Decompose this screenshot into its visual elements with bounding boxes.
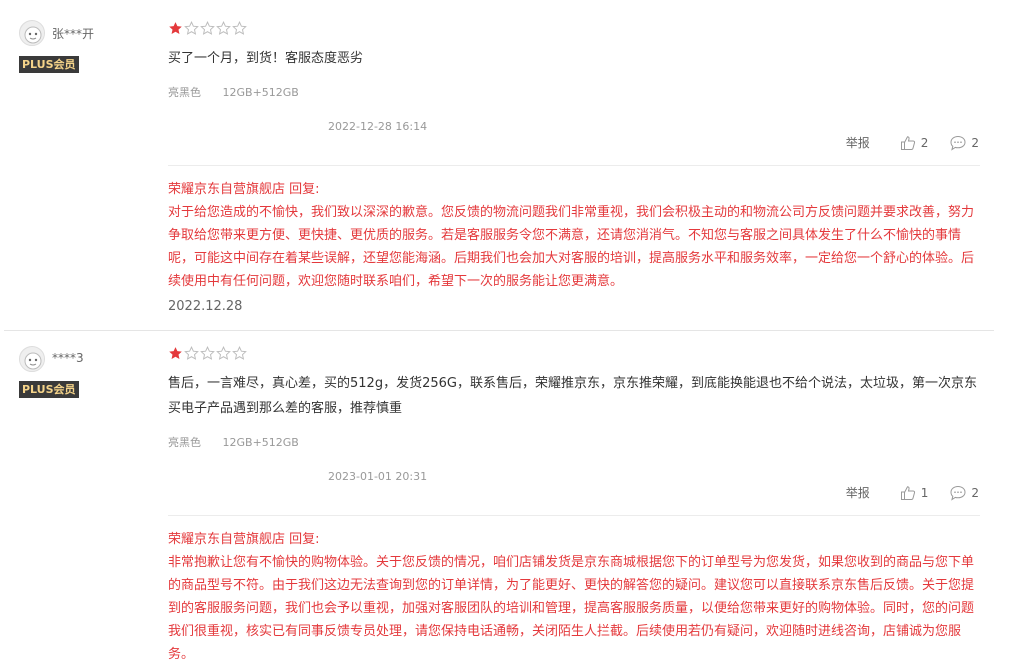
reply-text: 对于给您造成的不愉快，我们致以深深的歉意。您反馈的物流问题我们非常重视，我们会积…: [168, 205, 975, 289]
review-item: ****3 PLUS会员 售后，一言难尽，真心差，买的512g，发货256G，联…: [0, 330, 1015, 662]
product-color: 亮黑色: [168, 436, 201, 449]
user-avatar[interactable]: [19, 20, 45, 46]
product-spec: 12GB+512GB: [222, 436, 299, 449]
divider: [168, 165, 980, 166]
plus-member-badge: PLUS会员: [19, 56, 79, 73]
star-empty-icon: [184, 346, 199, 360]
comment-count: 2: [971, 485, 979, 500]
review-content: 售后，一言难尽，真心差，买的512g，发货256G，联系售后，荣耀推京东，京东推…: [168, 376, 977, 416]
review-datetime: 2023-01-01 20:31: [328, 470, 428, 483]
star-filled-icon: [169, 22, 182, 34]
avatar-face-icon: [20, 347, 44, 371]
star-empty-icon: [216, 346, 231, 360]
like-button[interactable]: 2: [900, 135, 929, 151]
review-datetime: 2022-12-28 16:14: [328, 120, 428, 133]
thumbs-up-icon: [900, 485, 915, 500]
divider: [168, 515, 980, 516]
product-color: 亮黑色: [168, 86, 201, 99]
review-actions: 举报 1 2: [846, 484, 979, 501]
like-count: 1: [920, 485, 929, 500]
report-link[interactable]: 举报: [846, 134, 870, 151]
product-spec: 12GB+512GB: [222, 86, 299, 99]
avatar-face-icon: [20, 21, 44, 45]
like-button[interactable]: 1: [900, 485, 929, 501]
review-content: 买了一个月，到货！客服态度恶劣: [168, 51, 364, 66]
plus-member-badge: PLUS会员: [19, 381, 79, 398]
star-empty-icon: [216, 21, 231, 35]
reply-title: 荣耀京东自营旗舰店 回复:: [168, 532, 320, 547]
reply-text: 非常抱歉让您有不愉快的购物体验。关于您反馈的情况，咱们店铺发货是京东商城根据您下…: [168, 555, 975, 662]
rating-stars: [168, 21, 247, 37]
user-avatar[interactable]: [19, 346, 45, 372]
star-empty-icon: [232, 346, 247, 360]
seller-reply: 荣耀京东自营旗舰店 回复: 非常抱歉让您有不愉快的购物体验。关于您反馈的情况，咱…: [168, 528, 980, 666]
reply-title: 荣耀京东自营旗舰店 回复:: [168, 182, 320, 197]
star-empty-icon: [200, 346, 215, 360]
like-count: 2: [920, 135, 929, 150]
username: 张***开: [52, 27, 95, 41]
review-actions: 举报 2 2: [846, 134, 979, 151]
reply-date: 2022.12.28: [168, 299, 243, 314]
rating-stars: [168, 346, 247, 362]
star-empty-icon: [232, 21, 247, 35]
comment-bubble-icon: [950, 485, 966, 501]
seller-reply: 荣耀京东自营旗舰店 回复: 对于给您造成的不愉快，我们致以深深的歉意。您反馈的物…: [168, 178, 980, 293]
star-filled-icon: [169, 347, 182, 359]
thumbs-up-icon: [900, 135, 915, 150]
star-empty-icon: [200, 21, 215, 35]
comment-button[interactable]: 2: [950, 135, 979, 151]
comment-bubble-icon: [950, 135, 966, 151]
product-info: 亮黑色 12GB+512GB: [168, 84, 317, 100]
comment-count: 2: [971, 135, 979, 150]
product-info: 亮黑色 12GB+512GB: [168, 434, 317, 450]
review-item: 张***开 PLUS会员 买了一个月，到货！客服态度恶劣 亮黑色 12GB+51…: [0, 0, 1015, 330]
username: ****3: [52, 351, 84, 365]
star-empty-icon: [184, 21, 199, 35]
report-link[interactable]: 举报: [846, 484, 870, 501]
comment-button[interactable]: 2: [950, 485, 979, 501]
